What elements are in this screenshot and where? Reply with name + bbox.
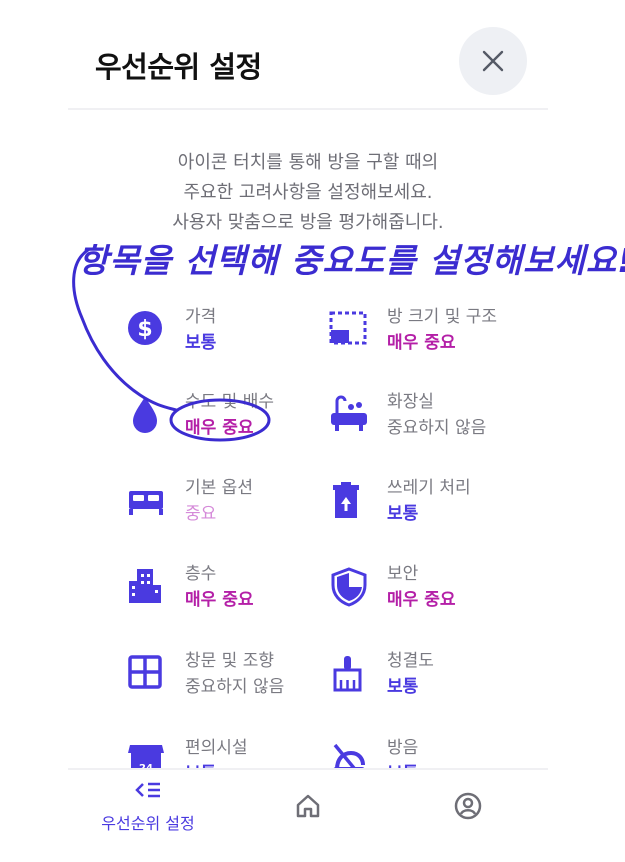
item-value: 중요하지 않음 [185,677,285,697]
item-value: 보통 [387,504,419,524]
priority-item-bathroom[interactable]: 화장실 중요하지 않음 [329,387,569,449]
room-size-icon [329,311,367,345]
bottom-divider [68,768,548,770]
close-button[interactable] [459,27,527,95]
priority-item-room-size[interactable]: 방 크기 및 구조 매우 중요 [329,302,569,364]
nav-home[interactable] [228,792,388,862]
item-label: 창문 및 조향 [185,651,275,671]
handwritten-annotation: 항목을 선택해 중요도를 설정해보세요! [78,241,625,280]
item-label: 층수 [185,564,217,584]
priority-item-trash[interactable]: 쓰레기 처리 보통 [329,473,569,535]
header: 우선순위 설정 [0,0,625,110]
building-icon [129,569,161,603]
item-label: 수도 및 배수 [185,392,275,412]
trash-icon [333,482,359,518]
item-label: 쓰레기 처리 [387,478,471,498]
nav-profile[interactable] [388,792,548,862]
window-icon [128,655,162,689]
priority-list-icon [135,782,160,798]
item-value: 보통 [387,677,419,697]
close-icon [482,50,504,72]
profile-icon [454,792,482,820]
item-label: 방 크기 및 구조 [387,307,498,327]
item-label: 화장실 [387,392,434,412]
description: 아이콘 터치를 통해 방을 구할 때의 주요한 고려사항을 설정해보세요. 사용… [68,148,548,238]
nav-priority[interactable]: 우선순위 설정 [68,780,228,850]
item-label: 청결도 [387,651,434,671]
item-label: 기본 옵션 [185,478,253,498]
page-title: 우선순위 설정 [95,50,262,84]
description-line: 아이콘 터치를 통해 방을 구할 때의 [177,152,439,173]
bed-icon [129,491,163,515]
item-value: 매우 중요 [387,333,456,353]
water-drop-icon [133,397,157,433]
shield-icon [331,567,367,607]
svg-text:$: $ [137,317,152,342]
item-value: 매우 중요 [387,590,456,610]
item-value: 중요 [185,504,217,524]
item-value: 중요하지 않음 [387,418,487,438]
item-label: 방음 [387,738,419,758]
item-label: 편의시설 [185,738,248,758]
nav-label: 우선순위 설정 [101,814,195,833]
bathtub-icon [331,395,367,431]
description-line: 주요한 고려사항을 설정해보세요. [183,182,433,203]
item-label: 보안 [387,564,419,584]
home-icon [296,794,320,818]
broom-icon [333,656,362,692]
priority-item-cleanliness[interactable]: 청결도 보통 [329,646,569,708]
item-value: 보통 [185,333,217,353]
item-value: 매우 중요 [185,590,254,610]
item-label: 가격 [185,307,217,327]
priority-item-security[interactable]: 보안 매우 중요 [329,559,569,621]
item-value: 매우 중요 [185,418,254,438]
dollar-icon: $ [128,311,162,345]
header-divider [68,108,548,110]
